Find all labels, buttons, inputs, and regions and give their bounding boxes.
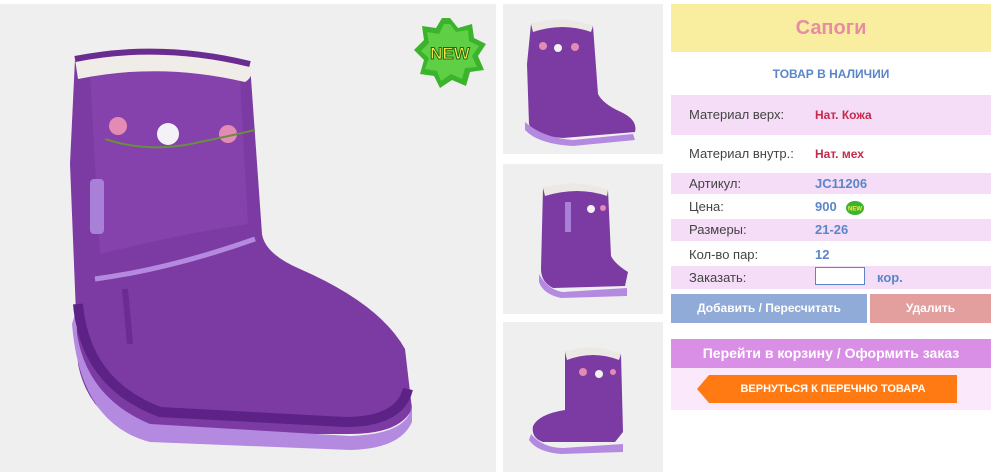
material-top-label: Материал верх: [689, 107, 785, 122]
stock-status: ТОВАР В НАЛИЧИИ [772, 67, 890, 81]
price-value: 900 NEW [815, 196, 865, 217]
sizes-row: Размеры: 21-26 [671, 219, 991, 241]
thumbnail-boot-image [539, 183, 628, 298]
order-quantity-input[interactable] [815, 267, 865, 285]
thumbnail-boot-image [525, 19, 636, 146]
delete-button[interactable]: Удалить [870, 294, 991, 323]
thumbnail-2[interactable] [503, 164, 663, 314]
article-value: JC11206 [815, 176, 868, 191]
product-title: Сапоги [671, 4, 991, 52]
thumbnail-boot-image [529, 347, 623, 454]
sizes-label: Размеры: [689, 222, 747, 237]
order-row: Заказать: кор. [671, 266, 991, 289]
pairs-label: Кол-во пар: [689, 247, 759, 262]
material-top-row: Материал верх: Нат. Кожа [671, 95, 991, 135]
price-row: Цена: 900 NEW [671, 196, 991, 217]
material-inner-value: Нат. мех [815, 147, 864, 161]
main-product-photo[interactable]: NEW [0, 4, 496, 472]
add-recalc-button[interactable]: Добавить / Пересчитать [671, 294, 867, 323]
order-unit: кор. [877, 270, 903, 285]
material-inner-row: Материал внутр.: Нат. мех [671, 135, 991, 173]
back-to-list-button[interactable]: ВЕРНУТЬСЯ К ПЕРЕЧНЮ ТОВАРА [697, 375, 957, 403]
material-top-value: Нат. Кожа [815, 108, 872, 122]
thumbnail-1[interactable] [503, 4, 663, 154]
article-label: Артикул: [689, 176, 742, 191]
sizes-value: 21-26 [815, 222, 849, 237]
price-label: Цена: [689, 199, 724, 214]
back-area: ВЕРНУТЬСЯ К ПЕРЕЧНЮ ТОВАРА [671, 368, 991, 410]
article-row: Артикул: JC11206 [671, 173, 991, 194]
pairs-row: Кол-во пар: 12 [671, 244, 991, 265]
order-label: Заказать: [689, 270, 747, 285]
price-amount: 900 [815, 199, 837, 214]
checkout-button[interactable]: Перейти в корзину / Оформить заказ [671, 339, 991, 368]
thumbnail-3[interactable] [503, 322, 663, 472]
new-badge-text: NEW [430, 44, 471, 63]
small-new-badge-text: NEW [848, 206, 862, 212]
material-inner-label: Материал внутр.: [689, 146, 794, 161]
pairs-value: 12 [815, 247, 830, 262]
new-badge: NEW [414, 18, 486, 88]
small-new-badge: NEW [845, 200, 864, 215]
